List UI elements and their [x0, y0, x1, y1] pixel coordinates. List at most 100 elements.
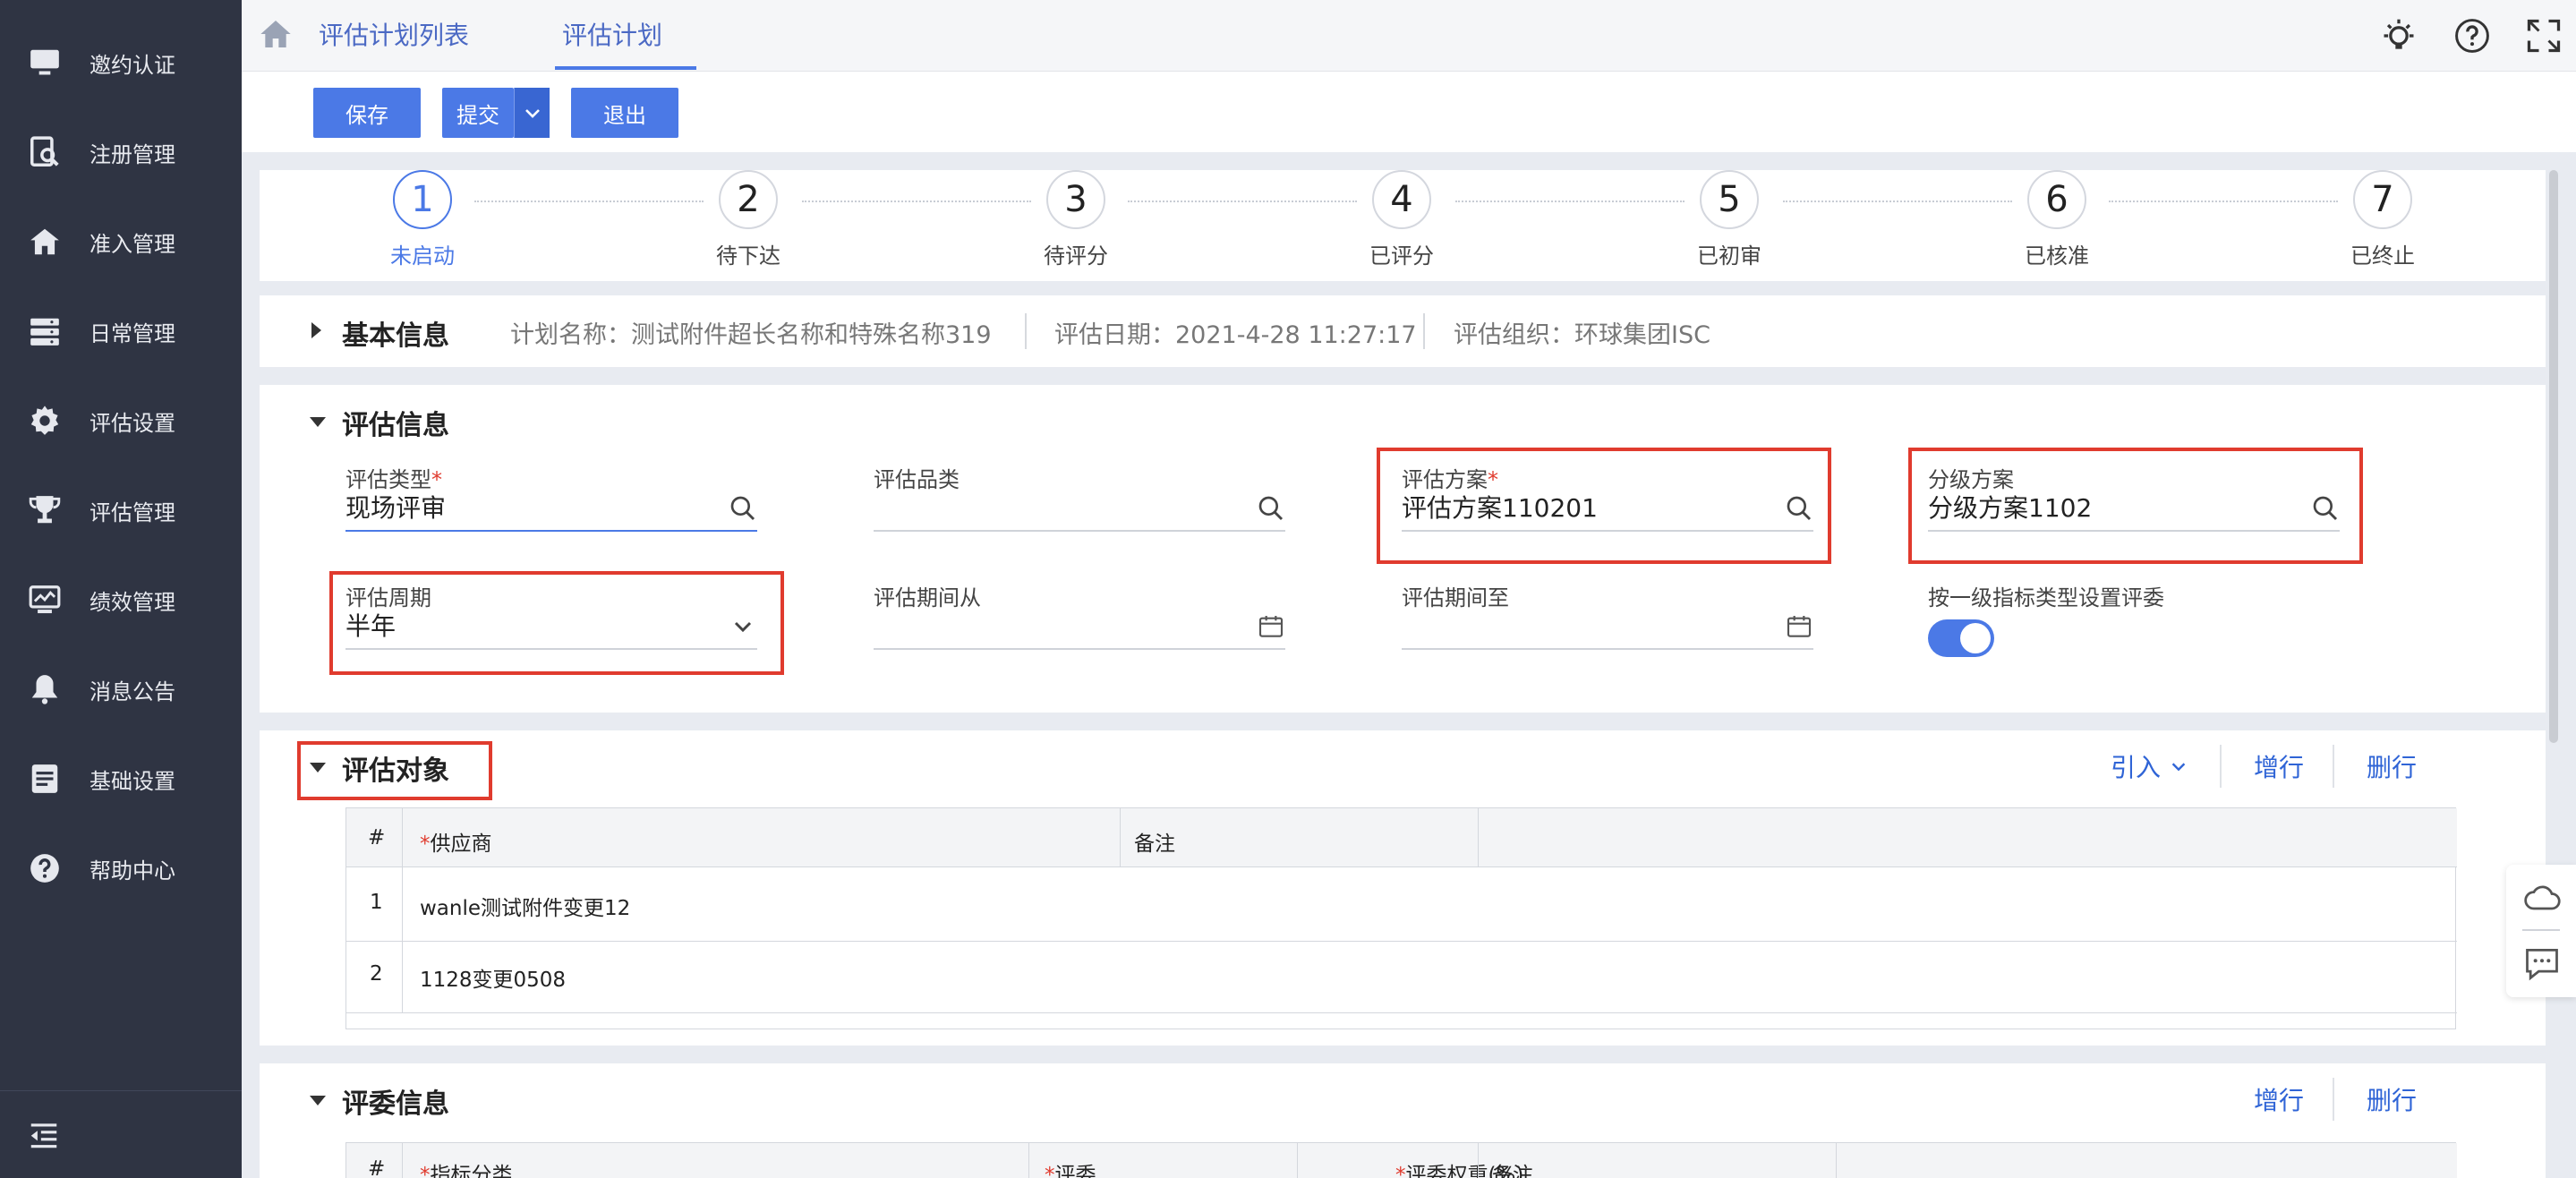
step-terminated: 7 已终止 — [2293, 170, 2472, 269]
sidebar-item-invite-auth[interactable]: 邀约认证 — [0, 27, 242, 98]
import-label: 引入 — [2111, 753, 2162, 782]
highlight-box — [1377, 448, 1831, 564]
bell-icon — [27, 671, 63, 707]
category-input[interactable] — [874, 489, 1285, 532]
add-row-button[interactable]: 增行 — [2254, 1081, 2304, 1117]
delete-row-button[interactable]: 删行 — [2367, 1081, 2417, 1117]
search-icon[interactable] — [729, 494, 757, 523]
eval-target-section: 评估对象 引入 增行 删行 # *供应商 备注 1 wanle测试附件变更12 … — [260, 730, 2546, 1046]
caret-down-icon[interactable] — [310, 417, 326, 427]
row-num: 1 — [370, 891, 383, 914]
import-button[interactable]: 引入 — [2111, 748, 2188, 784]
column-num: # — [368, 826, 386, 849]
section-title: 评估信息 — [342, 410, 449, 441]
highlight-box — [1908, 448, 2363, 564]
sidebar-item-eval-management[interactable]: 评估管理 — [0, 474, 242, 546]
search-icon[interactable] — [1257, 494, 1285, 523]
document-icon — [27, 761, 63, 797]
chevron-down-icon — [2171, 763, 2186, 772]
fullscreen-icon[interactable] — [2524, 16, 2563, 55]
sidebar-item-eval-settings[interactable]: 评估设置 — [0, 385, 242, 457]
eval-type-input[interactable]: 现场评审 — [345, 489, 757, 532]
tab-plan-list[interactable]: 评估计划列表 — [319, 0, 469, 72]
sidebar-item-help[interactable]: 帮助中心 — [0, 832, 242, 904]
row-supplier[interactable]: wanle测试附件变更12 — [420, 891, 630, 921]
server-icon — [27, 313, 63, 349]
sidebar: 邀约认证 注册管理 准入管理 日常管理 评估设置 评估管理 绩效管理 消息公告 … — [0, 0, 242, 1178]
bulb-icon[interactable] — [2379, 16, 2418, 55]
sidebar-footer — [0, 1090, 242, 1178]
eval-info-section: 评估信息 评估类型* 现场评审 评估品类 评估方案* 评估方案110201 分级… — [260, 385, 2546, 713]
scrollbar[interactable] — [2549, 170, 2558, 743]
sidebar-item-label: 日常管理 — [90, 320, 175, 346]
sidebar-item-announcements[interactable]: 消息公告 — [0, 653, 242, 725]
step-label: 已初审 — [1697, 243, 1761, 269]
table-header — [346, 808, 2457, 867]
sidebar-item-label: 绩效管理 — [90, 589, 175, 615]
divider — [2220, 745, 2222, 788]
sidebar-item-label: 评估管理 — [90, 499, 175, 525]
sidebar-item-registration[interactable]: 注册管理 — [0, 116, 242, 188]
column-judge-label: 评委 — [1054, 1164, 1096, 1178]
delete-row-button[interactable]: 删行 — [2367, 748, 2417, 784]
step-scored: 4 已评分 — [1312, 170, 1491, 269]
help-icon[interactable] — [2452, 16, 2492, 55]
step-number: 2 — [719, 170, 778, 229]
required-mark: * — [420, 1164, 431, 1178]
add-row-button[interactable]: 增行 — [2254, 748, 2304, 784]
period-from-input[interactable] — [874, 607, 1285, 650]
calendar-icon[interactable] — [1785, 612, 1813, 641]
column-num: # — [368, 1157, 386, 1178]
step-label: 待评分 — [1044, 243, 1108, 269]
highlight-box — [297, 741, 492, 800]
period-to-input[interactable] — [1402, 607, 1813, 650]
submit-button[interactable]: 提交 — [442, 88, 514, 138]
question-icon — [27, 850, 63, 886]
caret-right-icon[interactable] — [311, 322, 321, 338]
by-indicator-toggle[interactable] — [1928, 619, 1994, 657]
field-value: 现场评审 — [345, 493, 447, 523]
judges-table: # *指标分类 *评委 *评委权重(%) 备注 — [345, 1142, 2457, 1178]
trophy-icon — [27, 492, 63, 528]
submit-dropdown-button[interactable] — [514, 88, 550, 138]
step-label: 已核准 — [2025, 243, 2089, 269]
divider — [2333, 1078, 2334, 1121]
sidebar-item-basic-settings[interactable]: 基础设置 — [0, 743, 242, 815]
home-icon[interactable] — [258, 16, 294, 52]
exit-button[interactable]: 退出 — [571, 88, 678, 138]
sidebar-item-label: 邀约认证 — [90, 52, 175, 78]
sidebar-item-admission[interactable]: 准入管理 — [0, 206, 242, 277]
step-number: 7 — [2353, 170, 2412, 229]
collapse-menu-icon[interactable] — [27, 1118, 61, 1152]
calendar-icon[interactable] — [1257, 612, 1285, 641]
step-not-started: 1 未启动 — [333, 170, 512, 269]
sidebar-item-label: 帮助中心 — [90, 858, 175, 884]
sidebar-item-label: 基础设置 — [90, 768, 175, 794]
floating-toolbar — [2506, 865, 2576, 997]
by-indicator-field: 按一级指标类型设置评委 — [1928, 580, 2340, 657]
tab-plan[interactable]: 评估计划 — [554, 0, 697, 72]
chart-monitor-icon — [27, 582, 63, 618]
save-button[interactable]: 保存 — [313, 88, 421, 138]
home-icon — [27, 224, 63, 260]
column-supplier: *供应商 — [420, 826, 492, 857]
sidebar-item-performance[interactable]: 绩效管理 — [0, 564, 242, 636]
required-mark: * — [1045, 1164, 1055, 1178]
step-label: 已评分 — [1369, 243, 1434, 269]
step-label: 已终止 — [2350, 243, 2415, 269]
sidebar-item-daily[interactable]: 日常管理 — [0, 295, 242, 367]
chat-icon[interactable] — [2522, 943, 2562, 983]
row-supplier[interactable]: 1128变更0508 — [420, 962, 566, 993]
column-remark: 备注 — [1492, 1164, 1533, 1178]
sidebar-item-label: 注册管理 — [90, 141, 175, 167]
judges-section: 评委信息 增行 删行 # *指标分类 *评委 *评委权重(%) 备注 — [260, 1063, 2546, 1178]
cloud-icon[interactable] — [2522, 879, 2562, 918]
caret-down-icon[interactable] — [310, 1096, 326, 1105]
step-label: 未启动 — [390, 243, 455, 269]
divider — [2333, 745, 2334, 788]
eval-type-field: 评估类型* 现场评审 — [345, 462, 757, 532]
gear-icon — [27, 403, 63, 439]
sidebar-item-label: 评估设置 — [90, 410, 175, 436]
step-number: 6 — [2027, 170, 2086, 229]
status-steps: 1 未启动 2 待下达 3 待评分 4 已评分 5 已初审 6 已核准 7 已终… — [260, 170, 2546, 281]
